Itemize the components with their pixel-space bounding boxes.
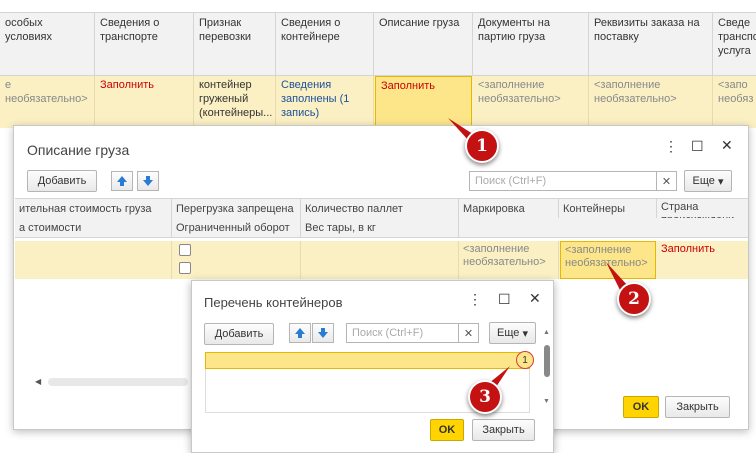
annotation-marker-1: 1 xyxy=(465,129,499,163)
arrow-up-icon xyxy=(295,328,305,338)
main-grid-row[interactable]: е необязательно> Заполнить контейнер гру… xyxy=(0,76,756,128)
cell-value[interactable] xyxy=(15,241,172,279)
arrow-down-icon xyxy=(143,176,153,186)
annotation-marker-2: 2 xyxy=(617,282,651,316)
col-header-containers[interactable]: Контейнеры xyxy=(559,199,657,218)
vertical-scrollbar[interactable] xyxy=(544,345,550,377)
restricted-checkbox[interactable] xyxy=(179,262,191,274)
arrow-down-icon xyxy=(318,328,328,338)
close-icon[interactable]: ✕ xyxy=(721,137,733,154)
col-header-order-details[interactable]: Реквизиты заказа на поставку xyxy=(589,13,713,75)
cell-container-info-link[interactable]: Сведения заполнены (1 запись) xyxy=(276,76,374,128)
transshipment-checkbox[interactable] xyxy=(179,244,191,256)
cell-transport-services[interactable]: <запо необяз xyxy=(713,76,756,128)
row-marker: 1 xyxy=(516,351,534,369)
cell-transport-fill-link[interactable]: Заполнить xyxy=(95,76,194,128)
arrow-up-icon xyxy=(117,176,127,186)
search-input[interactable]: Поиск (Ctrl+F) xyxy=(346,323,459,343)
col-header-transport[interactable]: Сведения о транспорте xyxy=(95,13,194,75)
add-button[interactable]: Добавить xyxy=(27,170,97,192)
ok-button[interactable]: OK xyxy=(623,396,659,418)
move-down-button[interactable] xyxy=(312,323,334,343)
cell-transport-sign[interactable]: контейнер груженый (контейнеры... xyxy=(194,76,276,128)
more-label: Еще xyxy=(497,327,520,339)
cell-marking[interactable]: <заполнение необязательно> xyxy=(459,241,559,279)
main-grid: особых условиях Сведения о транспорте Пр… xyxy=(0,0,756,128)
table-header-top: ительная стоимость груза Перегрузка запр… xyxy=(15,198,748,218)
more-vertical-icon[interactable]: ⋮ xyxy=(468,291,482,308)
more-button[interactable]: Еще ▾ xyxy=(684,170,732,192)
col-header-value-sub[interactable]: а стоимости xyxy=(15,218,172,237)
col-header-value[interactable]: ительная стоимость груза xyxy=(15,199,172,218)
col-header-cargo-description[interactable]: Описание груза xyxy=(374,13,473,75)
close-icon[interactable]: ✕ xyxy=(529,290,541,307)
ok-button[interactable]: OK xyxy=(430,419,464,441)
col-header-tare-weight[interactable]: Вес тары, в кг xyxy=(301,218,459,237)
cell-order-details[interactable]: <заполнение необязательно> xyxy=(589,76,713,128)
scroll-up-icon[interactable]: ▲ xyxy=(543,329,550,336)
col-header-special-conditions[interactable]: особых условиях xyxy=(0,13,95,75)
col-header-container-info[interactable]: Сведения о контейнере xyxy=(276,13,374,75)
clear-search-icon[interactable]: ✕ xyxy=(657,171,677,191)
add-button[interactable]: Добавить xyxy=(204,323,274,345)
table-header-bottom: а стоимости Ограниченный оборот Вес тары… xyxy=(15,218,748,238)
col-header-marking[interactable]: Маркировка xyxy=(459,199,559,218)
scroll-down-icon[interactable]: ▼ xyxy=(543,398,550,405)
clear-search-icon[interactable]: ✕ xyxy=(459,323,479,343)
annotation-marker-3: 3 xyxy=(468,380,502,414)
col-header-restricted[interactable]: Ограниченный оборот xyxy=(172,218,301,237)
close-button[interactable]: Закрыть xyxy=(472,419,535,441)
cell-cargo-documents[interactable]: <заполнение необязательно> xyxy=(473,76,589,128)
more-button[interactable]: Еще ▾ xyxy=(489,322,536,344)
close-button[interactable]: Закрыть xyxy=(665,396,730,418)
table-row[interactable]: <заполнение необязательно> <заполнение н… xyxy=(15,241,748,279)
move-down-button[interactable] xyxy=(137,171,159,191)
cell-cargo-description-fill-link[interactable]: Заполнить xyxy=(375,76,472,128)
cell-special-conditions[interactable]: е необязательно> xyxy=(0,76,95,128)
col-header-cargo-documents[interactable]: Документы на партию груза xyxy=(473,13,589,75)
container-list-dialog: Перечень контейнеров ⋮ ☐ ✕ Добавить Поис… xyxy=(191,280,554,453)
col-header-transport-sign[interactable]: Признак перевозки xyxy=(194,13,276,75)
dialog-title: Перечень контейнеров xyxy=(204,295,343,310)
dialog-title: Описание груза xyxy=(27,142,130,158)
move-up-button[interactable] xyxy=(111,171,133,191)
maximize-icon[interactable]: ☐ xyxy=(498,291,511,308)
col-header-transshipment[interactable]: Перегрузка запрещена xyxy=(172,199,301,218)
col-header-country[interactable]: Страна происхождени xyxy=(657,199,748,218)
more-label: Еще xyxy=(692,175,715,187)
horizontal-scrollbar[interactable] xyxy=(48,378,188,386)
cell-pallets[interactable] xyxy=(301,241,459,279)
more-vertical-icon[interactable]: ⋮ xyxy=(664,138,678,155)
col-header-pallets[interactable]: Количество паллет xyxy=(301,199,459,218)
cell-checkboxes xyxy=(172,241,301,279)
search-input[interactable]: Поиск (Ctrl+F) xyxy=(469,171,657,191)
move-up-button[interactable] xyxy=(289,323,311,343)
maximize-icon[interactable]: ☐ xyxy=(691,138,704,155)
main-grid-header: особых условиях Сведения о транспорте Пр… xyxy=(0,12,756,76)
scroll-left-icon[interactable]: ◀ xyxy=(35,377,41,386)
col-header-transport-services[interactable]: Сведе транспо услуга xyxy=(713,13,756,75)
container-list-row[interactable] xyxy=(205,352,530,369)
cell-country-fill-link[interactable]: Заполнить xyxy=(657,241,748,279)
cell-containers-link[interactable]: <заполнение необязательно> xyxy=(560,241,656,279)
